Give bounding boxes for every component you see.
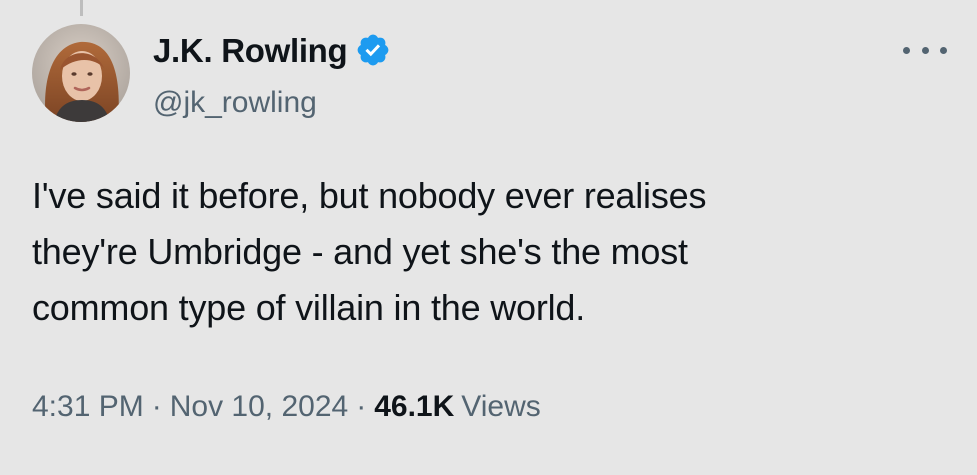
tweet-meta: 4:31 PM · Nov 10, 2024 · 46.1K Views [32, 392, 541, 422]
more-options-button[interactable] [903, 38, 947, 62]
more-options-icon [903, 46, 910, 54]
author-handle[interactable]: @jk_rowling [153, 88, 317, 118]
avatar-image [32, 24, 130, 122]
views-count[interactable]: 46.1K [374, 392, 454, 422]
tweet-date[interactable]: Nov 10, 2024 [170, 392, 348, 422]
author-name-row: J.K. Rowling [153, 32, 391, 68]
tweet-text: I've said it before, but nobody ever rea… [32, 175, 707, 328]
avatar[interactable] [32, 24, 130, 122]
tweet-time[interactable]: 4:31 PM [32, 392, 144, 422]
meta-separator: · [151, 390, 162, 423]
views-label: Views [461, 390, 541, 423]
more-options-icon-dot [921, 46, 929, 54]
more-options-icon-dot [940, 46, 947, 54]
verified-badge-icon[interactable] [355, 32, 391, 68]
meta-separator: · [356, 390, 367, 423]
tweet-card: J.K. Rowling @jk_rowling I've said it be… [0, 0, 977, 475]
author-display-name[interactable]: J.K. Rowling [153, 34, 348, 67]
